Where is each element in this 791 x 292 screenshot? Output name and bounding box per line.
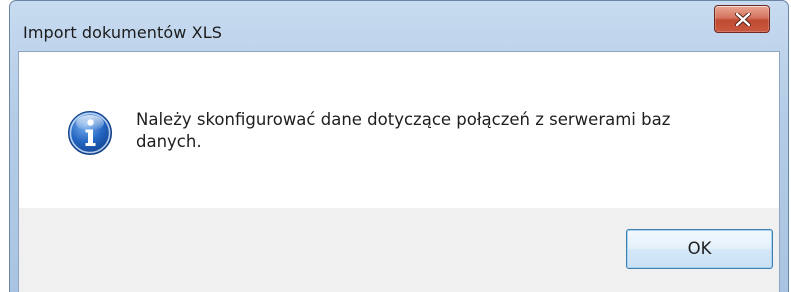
close-icon [735, 13, 751, 26]
title-bar[interactable]: Import dokumentów XLS [10, 1, 788, 51]
close-button[interactable] [714, 5, 770, 33]
information-icon [68, 111, 112, 155]
dialog-window: Import dokumentów XLS Należy skonfigurow… [9, 0, 789, 292]
dialog-client-area: Należy skonfigurować dane dotyczące połą… [18, 51, 780, 292]
ok-button[interactable]: OK [626, 229, 773, 269]
window-title: Import dokumentów XLS [23, 23, 222, 42]
dialog-message: Należy skonfigurować dane dotyczące połą… [136, 110, 671, 151]
message-panel: Należy skonfigurować dane dotyczące połą… [19, 52, 779, 208]
